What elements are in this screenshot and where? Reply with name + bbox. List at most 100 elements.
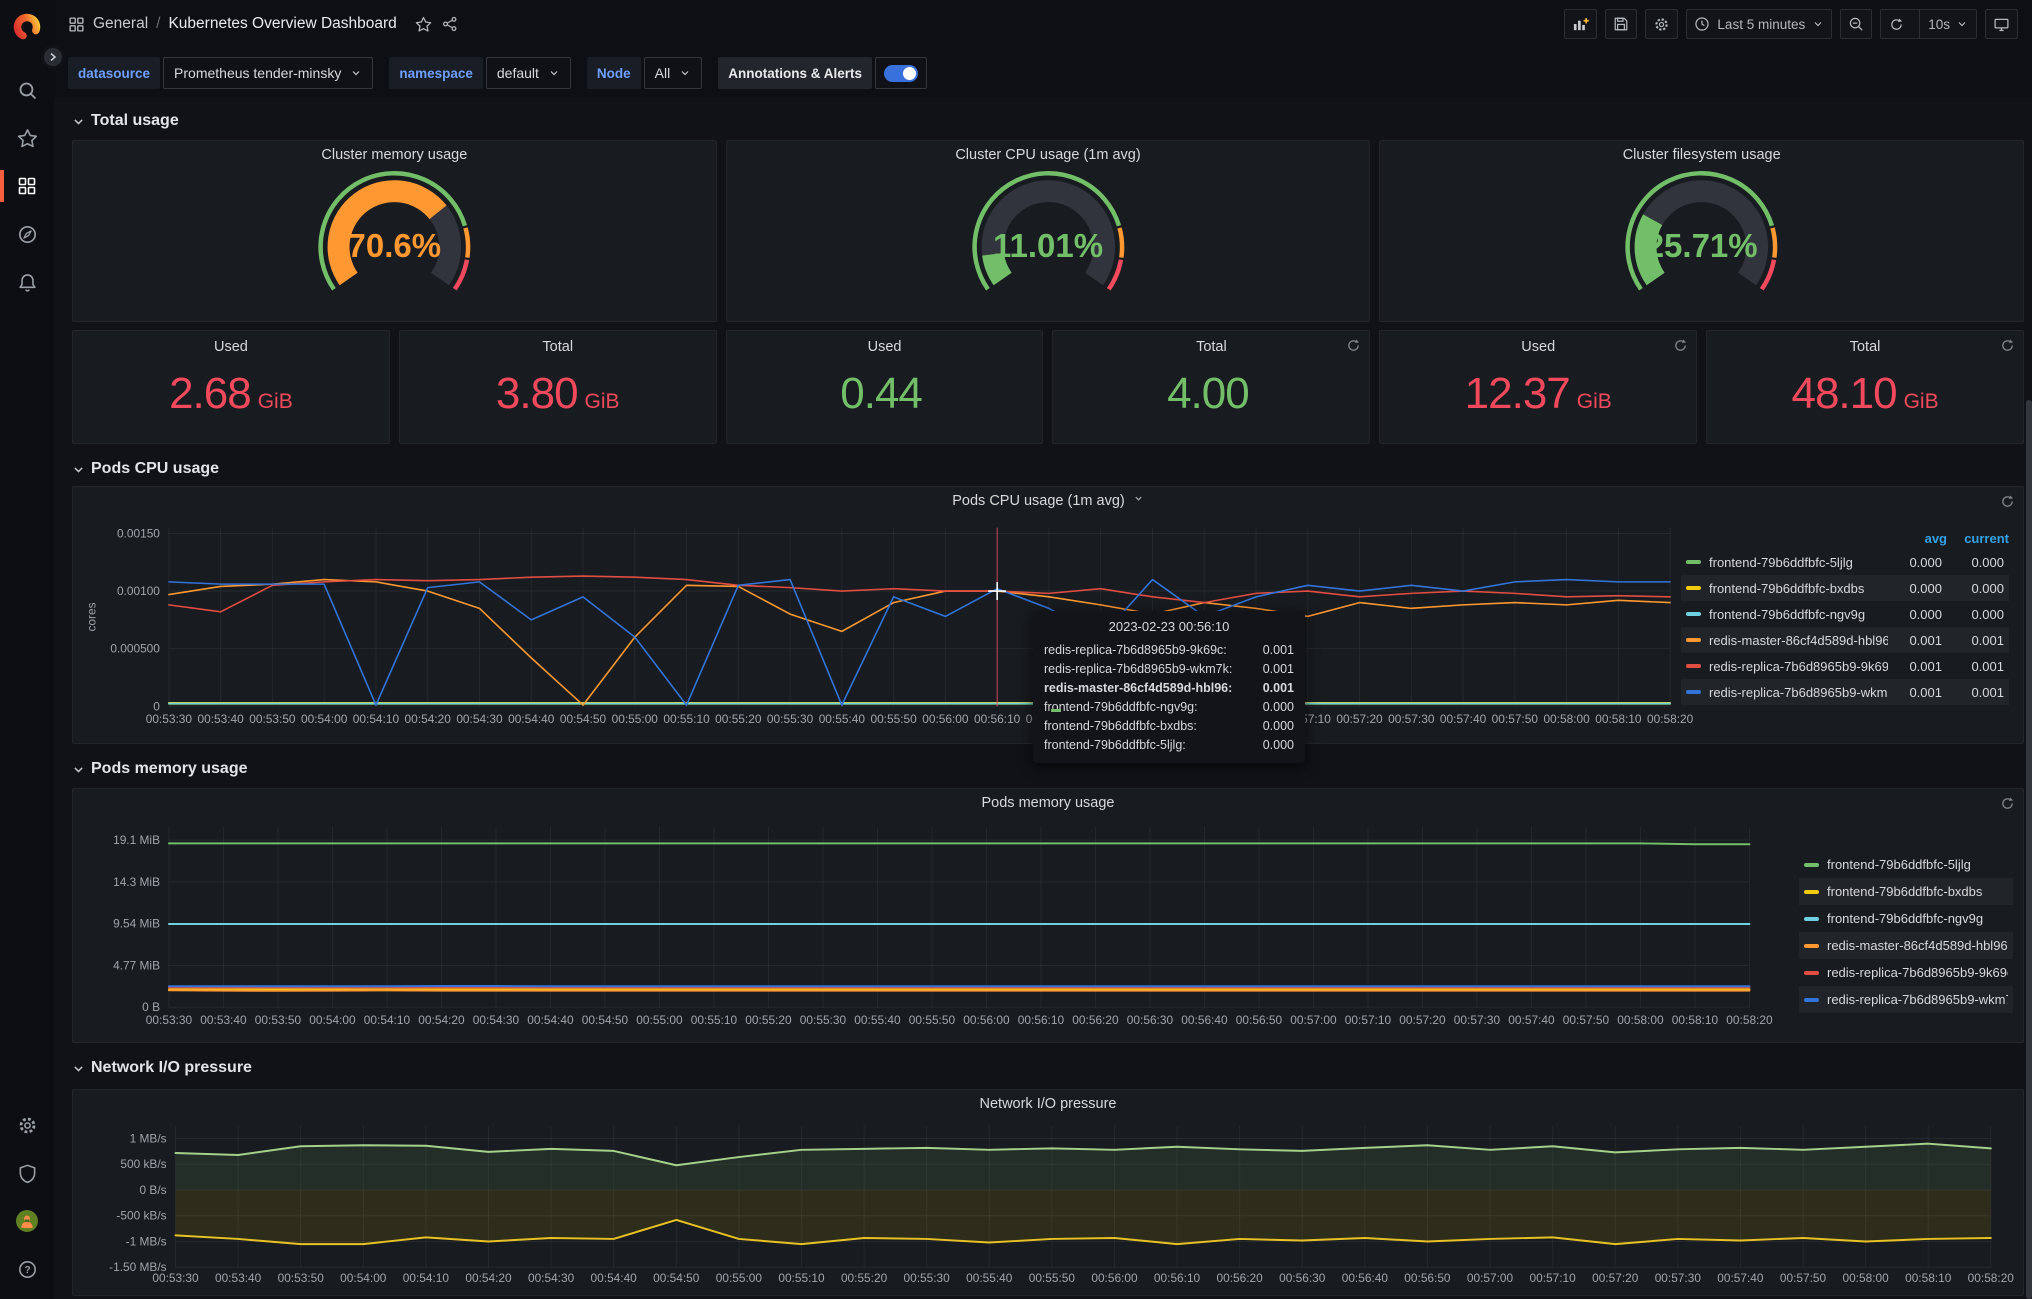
time-range-label: Last 5 minutes	[1717, 16, 1806, 32]
stat-label[interactable]: Total	[400, 339, 716, 355]
series-color-swatch	[1804, 916, 1819, 921]
breadcrumb: General / Kubernetes Overview Dashboard	[68, 15, 458, 33]
legend-item[interactable]: frontend-79b6ddfbfc-5ljlg 0.000 0.000	[1681, 549, 2009, 575]
variable-node-value[interactable]: All	[643, 57, 703, 89]
bell-icon	[18, 273, 36, 292]
svg-text:00:58:10: 00:58:10	[1905, 1271, 1952, 1285]
sidebar-item-search[interactable]	[0, 66, 54, 114]
stat-label[interactable]: Total	[1053, 339, 1369, 355]
svg-text:00:56:50: 00:56:50	[1236, 1013, 1283, 1027]
panel-refresh-icon[interactable]	[1673, 338, 1688, 353]
refresh-interval-dropdown[interactable]: 10s	[1919, 10, 1976, 38]
legend-item[interactable]: redis-replica-7b6d8965b9-wkm7k 0.001 0.001	[1681, 679, 2009, 705]
zoom-out-button[interactable]	[1840, 9, 1873, 39]
tooltip-series-name: frontend-79b6ddfbfc-bxdbs:	[1044, 718, 1197, 733]
panel-pods-memory-usage: Pods memory usage 0 B 4.77 MiB 9.54 MiB 14.…	[72, 788, 2024, 1043]
svg-text:500 kB/s: 500 kB/s	[120, 1157, 166, 1171]
stat-cpu-used: Used 0.44	[725, 330, 1044, 444]
refresh-button[interactable]	[1881, 10, 1912, 38]
variable-datasource-value[interactable]: Prometheus tender-minsky	[163, 57, 374, 89]
svg-text:00:57:30: 00:57:30	[1388, 712, 1435, 726]
sidebar-item-dashboards[interactable]	[0, 162, 54, 210]
legend-item[interactable]: frontend-79b6ddfbfc-5ljlg	[1799, 851, 2013, 878]
legend-item[interactable]: frontend-79b6ddfbfc-ngv9g 0.000 0.000	[1681, 601, 2009, 627]
series-name: redis-replica-7b6d8965b9-wkm7k	[1709, 684, 1888, 700]
sidebar-item-explore[interactable]	[0, 210, 54, 258]
legend-item[interactable]: frontend-79b6ddfbfc-ngv9g	[1799, 905, 2013, 932]
cycle-view-mode-button[interactable]	[1985, 9, 2018, 39]
svg-text:00:54:20: 00:54:20	[465, 1271, 512, 1285]
series-color-swatch	[1686, 612, 1701, 616]
memory-usage-chart[interactable]: 0 B 4.77 MiB 9.54 MiB 14.3 MiB 19.1 MiB 00:53…	[73, 789, 2023, 1042]
series-color-swatch	[1804, 889, 1819, 894]
svg-text:00:56:20: 00:56:20	[1217, 1271, 1264, 1285]
sidebar-item-starred[interactable]	[0, 114, 54, 162]
svg-text:00:56:10: 00:56:10	[1018, 1013, 1065, 1027]
tooltip-series-row: frontend-79b6ddfbfc-5ljlg: 0.000	[1044, 709, 1294, 754]
svg-text:00:53:30: 00:53:30	[146, 712, 193, 726]
tooltip-series-value: 0.001	[1262, 642, 1294, 657]
stat-label[interactable]: Used	[1380, 339, 1696, 355]
grafana-logo-icon[interactable]	[9, 8, 45, 44]
sidebar-item-configuration[interactable]	[0, 1101, 54, 1149]
series-color-swatch	[1686, 560, 1701, 564]
section-total-usage[interactable]: Total usage	[72, 108, 2024, 134]
series-avg-value: 0.000	[1909, 606, 1942, 622]
breadcrumb-section[interactable]: General	[93, 15, 148, 33]
svg-text:00:57:20: 00:57:20	[1592, 1271, 1639, 1285]
shield-icon	[19, 1164, 35, 1183]
svg-text:00:55:10: 00:55:10	[778, 1271, 825, 1285]
chart-tooltip: 2023-02-23 00:56:10 redis-replica-7b6d89…	[1033, 611, 1305, 763]
refresh-interval-label: 10s	[1928, 16, 1950, 32]
star-icon[interactable]	[415, 16, 432, 33]
series-name: frontend-79b6ddfbfc-ngv9g	[1709, 606, 1866, 622]
sidebar-expand-button[interactable]	[41, 45, 65, 69]
legend-item[interactable]: frontend-79b6ddfbfc-bxdbs 0.000 0.000	[1681, 575, 2009, 601]
panel-refresh-icon[interactable]	[2000, 338, 2015, 353]
panel-pods-cpu-usage: Pods CPU usage (1m avg) 0 0.000500 0.00100…	[72, 486, 2024, 763]
dashboards-grid-icon	[18, 177, 36, 195]
svg-text:00:58:00: 00:58:00	[1543, 712, 1590, 726]
legend-item[interactable]: frontend-79b6ddfbfc-bxdbs	[1799, 878, 2013, 905]
variable-namespace-value[interactable]: default	[485, 57, 571, 89]
chevron-down-icon	[74, 766, 83, 773]
sidebar-item-alerting[interactable]	[0, 258, 54, 306]
annotations-toggle[interactable]	[875, 57, 927, 89]
legend-item[interactable]: redis-master-86cf4d589d-hbl96	[1799, 932, 2013, 959]
legend-item[interactable]: redis-master-86cf4d589d-hbl96 0.001 0.001	[1681, 627, 2009, 653]
svg-text:9.54 MiB: 9.54 MiB	[113, 917, 160, 931]
series-current-value: 0.001	[1971, 658, 2004, 674]
sidebar-item-profile[interactable]	[0, 1197, 54, 1245]
time-range-picker[interactable]: Last 5 minutes	[1686, 9, 1833, 39]
section-pods-cpu-usage[interactable]: Pods CPU usage	[72, 456, 2024, 482]
page-scrollbar[interactable]	[2026, 400, 2032, 1299]
chevron-down-icon	[74, 118, 83, 125]
network-io-chart[interactable]: 1 MB/s 500 kB/s 0 B/s -500 kB/s -1 MB/s -1.50…	[73, 1090, 2023, 1295]
svg-text:00:58:10: 00:58:10	[1672, 1013, 1719, 1027]
series-color-swatch	[1804, 997, 1819, 1002]
sidebar-item-server-admin[interactable]	[0, 1149, 54, 1197]
legend-item[interactable]: redis-replica-7b6d8965b9-9k69c 0.001 0.001	[1681, 653, 2009, 679]
legend-item[interactable]: redis-replica-7b6d8965b9-wkm7k	[1799, 986, 2013, 1013]
sidebar-item-help[interactable]: ?	[0, 1245, 54, 1293]
svg-text:00:53:50: 00:53:50	[255, 1013, 302, 1027]
svg-text:00:55:50: 00:55:50	[909, 1013, 956, 1027]
stat-value: 48.10 GiB	[1791, 369, 1939, 418]
avatar	[16, 1210, 38, 1232]
share-icon[interactable]	[442, 16, 458, 32]
variable-namespace: namespace default	[389, 57, 571, 89]
svg-text:00:54:50: 00:54:50	[582, 1013, 629, 1027]
stat-label[interactable]: Used	[73, 339, 389, 355]
tooltip-series-row: redis-master-86cf4d589d-hbl96: 0.001	[1044, 678, 1294, 712]
add-panel-button[interactable]	[1564, 9, 1598, 39]
stat-label[interactable]: Used	[727, 339, 1043, 355]
svg-text:00:57:10: 00:57:10	[1345, 1013, 1392, 1027]
breadcrumb-page-title[interactable]: Kubernetes Overview Dashboard	[168, 15, 396, 33]
legend-item[interactable]: redis-replica-7b6d8965b9-9k69c	[1799, 959, 2013, 986]
stat-label[interactable]: Total	[1707, 339, 2023, 355]
section-network-io-pressure[interactable]: Network I/O pressure	[72, 1055, 2024, 1081]
svg-text:00:53:50: 00:53:50	[249, 712, 296, 726]
panel-refresh-icon[interactable]	[1346, 338, 1361, 353]
dashboard-settings-button[interactable]	[1645, 9, 1679, 39]
save-dashboard-button[interactable]	[1605, 9, 1638, 39]
